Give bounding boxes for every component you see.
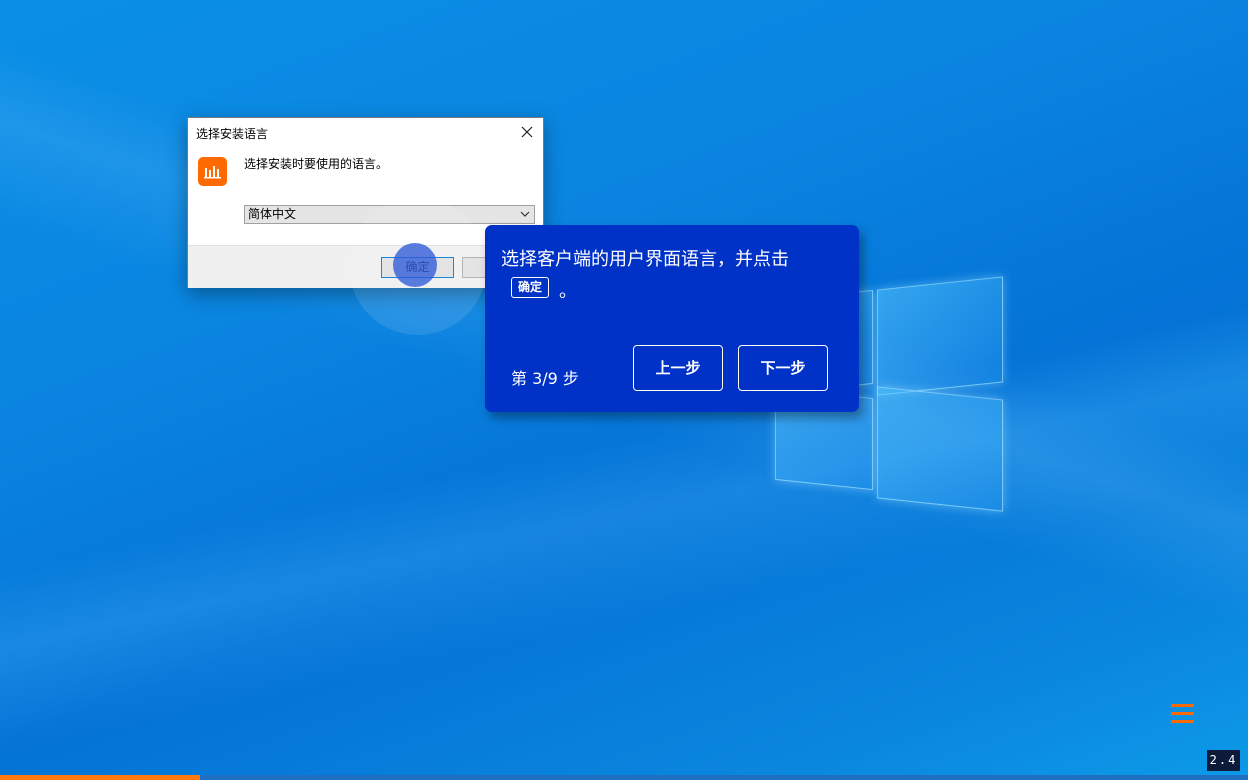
- dialog-title: 选择安装语言: [196, 127, 269, 141]
- tutorial-popup: 选择客户端的用户界面语言，并点击 确定 。 第 3/9 步 上一步 下一步: [485, 225, 859, 412]
- instruction-button-reference: 确定: [511, 277, 549, 298]
- app-logo-glyph: [203, 165, 221, 178]
- progress-fill: [0, 775, 200, 780]
- logo-pane: [877, 386, 1003, 512]
- menu-bar: [1171, 720, 1194, 723]
- language-select-value: 简体中文: [248, 207, 297, 221]
- desktop-background: 选择安装语言 选择安装时要使用的语言。 简体中文 确定 选择客户端的用户界面语言…: [0, 0, 1248, 780]
- previous-step-button[interactable]: 上一步: [633, 345, 723, 391]
- hamburger-menu-icon[interactable]: [1171, 704, 1195, 724]
- instruction-period: 。: [559, 281, 577, 302]
- ok-button[interactable]: 确定: [381, 257, 454, 278]
- menu-bar: [1171, 704, 1194, 707]
- next-step-button[interactable]: 下一步: [738, 345, 828, 391]
- version-badge: 2.4: [1207, 750, 1240, 771]
- dialog-prompt: 选择安装时要使用的语言。: [244, 157, 389, 171]
- close-icon-glyph: [521, 126, 533, 138]
- close-icon[interactable]: [517, 122, 537, 142]
- logo-pane: [877, 276, 1003, 396]
- tutorial-instruction: 选择客户端的用户界面语言，并点击: [501, 249, 789, 270]
- menu-bar: [1171, 712, 1194, 715]
- step-counter: 第 3/9 步: [511, 369, 579, 388]
- language-select[interactable]: 简体中文: [244, 205, 535, 224]
- app-logo-icon: [198, 157, 227, 186]
- progress-bar: [0, 775, 1248, 780]
